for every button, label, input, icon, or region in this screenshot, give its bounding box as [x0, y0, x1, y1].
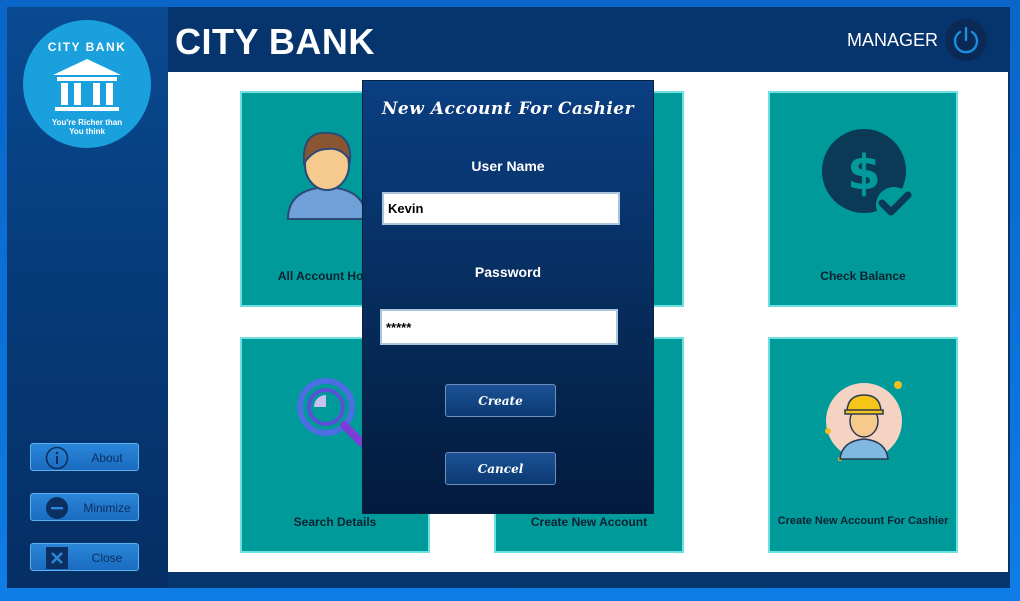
tile-label: Check Balance [820, 269, 906, 283]
power-button[interactable] [945, 19, 987, 61]
cancel-button[interactable]: Cancel [445, 452, 556, 485]
about-button[interactable]: About [30, 443, 139, 471]
tile-check-balance[interactable]: $ Check Balance [768, 91, 958, 307]
about-label: About [91, 451, 123, 465]
info-icon [45, 446, 69, 470]
close-icon [46, 547, 68, 569]
app-window: CITY BANK You're Richer than You think A… [0, 0, 1020, 601]
app-title: CITY BANK [175, 21, 375, 62]
tile-create-account-for-cashier[interactable]: Create New Account For Cashier [768, 337, 958, 553]
minimize-label: Minimize [83, 501, 131, 515]
main-frame: CITY BANK You're Richer than You think A… [7, 7, 1010, 588]
tile-label: Create New Account For Cashier [777, 515, 949, 527]
sidebar: CITY BANK You're Richer than You think A… [7, 7, 168, 588]
logo-tagline: You're Richer than You think [23, 118, 151, 136]
dialog-title: New Account For Cashier [381, 99, 635, 119]
logo-tagline-line2: You think [69, 127, 105, 136]
user-role-label: MANAGER [847, 30, 939, 50]
bank-logo: CITY BANK You're Richer than You think [23, 20, 151, 148]
close-label: Close [91, 551, 123, 565]
new-cashier-dialog: New Account For Cashier User Name Passwo… [362, 80, 654, 514]
power-icon [953, 26, 979, 54]
bank-building-icon [53, 59, 121, 111]
create-button[interactable]: Create [445, 384, 556, 417]
minimize-button[interactable]: Minimize [30, 493, 139, 521]
minus-circle-icon [46, 497, 68, 519]
username-field[interactable] [382, 192, 620, 225]
tile-label: Create New Account [530, 515, 648, 529]
svg-text:$: $ [847, 145, 880, 201]
logo-name: CITY BANK [47, 40, 127, 54]
logo-tagline-line1: You're Richer than [51, 118, 123, 127]
dollar-check-icon: $ [822, 129, 912, 223]
worker-icon [825, 381, 902, 461]
password-field[interactable] [380, 309, 618, 345]
tile-label: Search Details [293, 515, 377, 529]
close-button[interactable]: Close [30, 543, 139, 571]
person-icon [286, 131, 368, 220]
username-label: User Name [471, 158, 545, 174]
password-label: Password [474, 264, 542, 280]
